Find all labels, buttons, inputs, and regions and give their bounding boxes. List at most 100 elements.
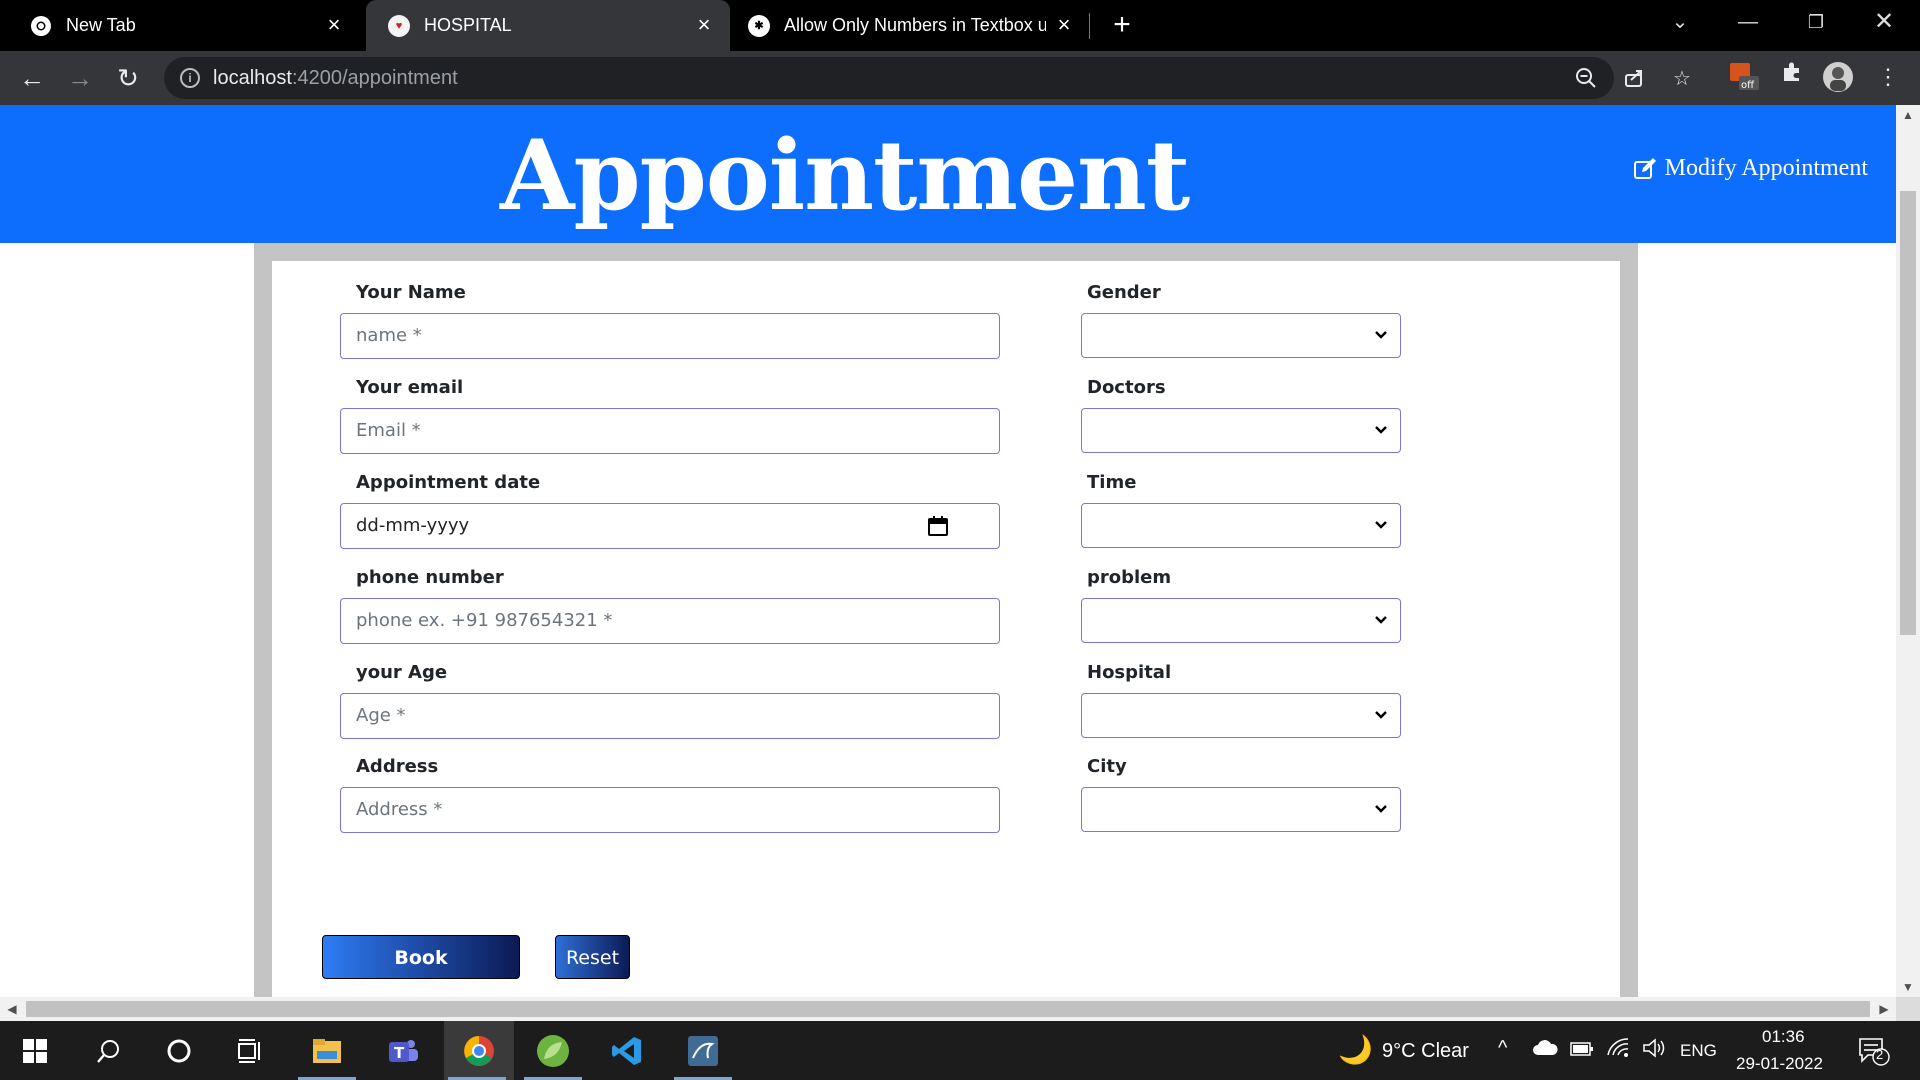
close-tab-icon[interactable]: ×: [322, 13, 346, 37]
email-label: Your email: [356, 377, 464, 398]
tab-new-tab[interactable]: New Tab ×: [0, 0, 360, 51]
modify-appointment-link[interactable]: Modify Appointment: [1633, 155, 1868, 182]
file-explorer-icon: [313, 1038, 341, 1063]
chevron-down-icon: [1375, 426, 1387, 434]
teams-button[interactable]: T: [370, 1021, 436, 1080]
chrome-icon: [30, 15, 52, 37]
task-view-button[interactable]: [218, 1021, 284, 1080]
weather-text[interactable]: 9°C Clear: [1382, 1040, 1469, 1063]
url-path: :4200/appointment: [291, 67, 458, 89]
url-text[interactable]: localhost:4200/appointment: [213, 67, 458, 90]
zoom-icon[interactable]: [1574, 67, 1598, 91]
vertical-scroll-thumb[interactable]: [1900, 191, 1916, 635]
gender-select[interactable]: [1081, 313, 1401, 358]
file-explorer-button[interactable]: [294, 1021, 360, 1080]
chrome-menu-icon[interactable]: ⋮: [1872, 61, 1904, 93]
close-window-button[interactable]: ✕: [1854, 0, 1914, 44]
page-viewport: Appointment Modify Appointment Your Name…: [0, 105, 1896, 997]
reset-button[interactable]: Reset: [555, 935, 630, 979]
email-input[interactable]: Email *: [340, 408, 1000, 454]
problem-select[interactable]: [1081, 598, 1401, 643]
show-hidden-icons-icon[interactable]: ^: [1498, 1037, 1507, 1060]
address-label: Address: [356, 756, 439, 777]
wifi-icon[interactable]: [1606, 1037, 1630, 1064]
chevron-down-icon: [1375, 616, 1387, 624]
language-indicator[interactable]: ENG: [1680, 1041, 1717, 1061]
extension-off-icon[interactable]: off: [1728, 61, 1760, 93]
cortana-button[interactable]: [146, 1021, 212, 1080]
share-icon[interactable]: [1622, 67, 1646, 91]
svg-text:off: off: [1741, 80, 1755, 91]
scroll-up-icon[interactable]: ▲: [1896, 105, 1920, 125]
vertical-scrollbar[interactable]: ▲ ▼: [1896, 105, 1920, 997]
phone-input[interactable]: phone ex. +91 987654321 *: [340, 598, 1000, 644]
minimize-button[interactable]: —: [1718, 0, 1778, 44]
scroll-right-icon[interactable]: ▶: [1872, 997, 1896, 1021]
windows-taskbar: T 🌙 9°C Clear ^ ENG 01:36 29-01-2022 2: [0, 1021, 1920, 1080]
vscode-icon: [612, 1036, 641, 1065]
age-input[interactable]: Age *: [340, 693, 1000, 739]
mysql-workbench-button[interactable]: [670, 1021, 736, 1080]
hospital-label: Hospital: [1087, 662, 1172, 683]
site-info-icon[interactable]: i: [180, 68, 200, 88]
city-select[interactable]: [1081, 787, 1401, 832]
volume-icon[interactable]: [1642, 1037, 1666, 1064]
close-tab-icon[interactable]: ×: [1052, 13, 1076, 37]
tab-allow-only-numbers[interactable]: ✱ Allow Only Numbers in Textbox u ×: [730, 0, 1090, 51]
form-card-frame: Your Name name * Your email Email * Appo…: [254, 243, 1638, 997]
search-button[interactable]: [76, 1021, 142, 1080]
battery-icon[interactable]: [1570, 1041, 1594, 1062]
url-host: localhost: [213, 67, 292, 89]
tab-search-icon[interactable]: ⌄: [1650, 0, 1710, 44]
action-center-icon[interactable]: 2: [1858, 1035, 1890, 1072]
calendar-icon[interactable]: [927, 515, 949, 537]
chrome-taskbar-button[interactable]: [444, 1021, 514, 1080]
svg-text:T: T: [394, 1044, 405, 1062]
modify-appointment-label: Modify Appointment: [1664, 155, 1868, 181]
task-view-icon: [238, 1038, 260, 1063]
onedrive-cloud-icon[interactable]: [1532, 1039, 1558, 1062]
appointment-form: Your Name name * Your email Email * Appo…: [272, 261, 1620, 997]
start-button[interactable]: [2, 1021, 68, 1080]
clock-time[interactable]: 01:36: [1762, 1027, 1805, 1047]
close-tab-icon[interactable]: ×: [692, 13, 716, 37]
name-input[interactable]: name *: [340, 313, 1000, 359]
back-button[interactable]: ←: [14, 60, 50, 96]
city-label: City: [1087, 756, 1127, 777]
reload-button[interactable]: ↻: [110, 60, 146, 96]
tab-title: New Tab: [66, 15, 136, 35]
restore-button[interactable]: ❐: [1786, 0, 1846, 44]
horizontal-scroll-thumb[interactable]: [26, 1001, 1870, 1017]
chevron-down-icon: [1375, 521, 1387, 529]
page-header: Appointment Modify Appointment: [0, 105, 1896, 243]
extensions-puzzle-icon[interactable]: [1776, 61, 1808, 93]
spring-tool-button[interactable]: [520, 1021, 586, 1080]
bookmark-star-icon[interactable]: ☆: [1670, 67, 1694, 91]
tab-title: HOSPITAL: [424, 15, 512, 35]
problem-label: problem: [1087, 567, 1172, 588]
scroll-left-icon[interactable]: ◀: [0, 997, 24, 1021]
new-tab-button[interactable]: +: [1106, 8, 1138, 42]
date-placeholder: dd-mm-yyyy: [356, 515, 470, 536]
time-select[interactable]: [1081, 503, 1401, 548]
teams-icon: T: [389, 1039, 418, 1062]
appointment-date-input[interactable]: dd-mm-yyyy: [340, 503, 1000, 549]
chevron-down-icon: [1375, 805, 1387, 813]
name-label: Your Name: [356, 282, 466, 303]
tab-divider: [1089, 13, 1090, 39]
vscode-button[interactable]: [594, 1021, 660, 1080]
notification-count: 2: [1876, 1047, 1884, 1062]
hospital-select[interactable]: [1081, 693, 1401, 738]
profile-avatar[interactable]: [1822, 61, 1854, 93]
book-appointment-button[interactable]: Book appointment: [322, 935, 520, 997]
tab-hospital[interactable]: ♥ HOSPITAL ×: [366, 0, 730, 51]
scroll-down-icon[interactable]: ▼: [1896, 977, 1920, 997]
forward-button[interactable]: →: [62, 60, 98, 96]
tab-title: Allow Only Numbers in Textbox u: [784, 15, 1046, 35]
clock-date[interactable]: 29-01-2022: [1736, 1054, 1823, 1074]
horizontal-scrollbar[interactable]: ◀ ▶: [0, 997, 1896, 1021]
address-bar[interactable]: i localhost:4200/appointment ☆: [164, 57, 1691, 99]
doctors-select[interactable]: [1081, 408, 1401, 453]
address-input[interactable]: Address *: [340, 787, 1000, 833]
scrollbar-corner: [1896, 997, 1920, 1021]
